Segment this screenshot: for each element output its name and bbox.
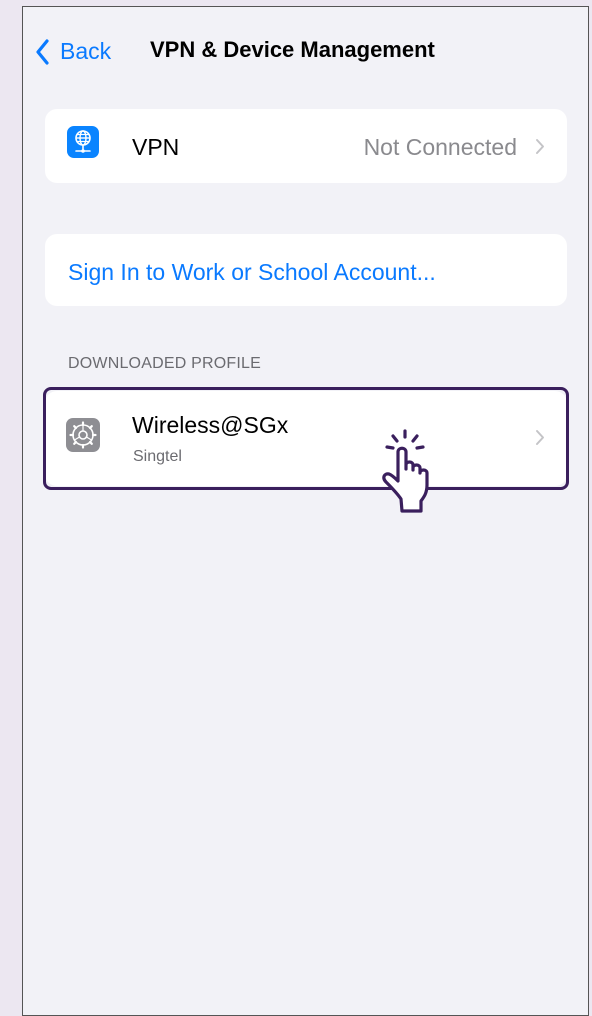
page-title: VPN & Device Management (150, 37, 435, 62)
chevron-right-icon (536, 139, 544, 154)
vpn-row[interactable]: VPN Not Connected (45, 109, 567, 183)
back-button[interactable]: Back (35, 38, 111, 65)
chevron-left-icon (36, 38, 49, 65)
section-header-downloaded-profile: DOWNLOADED PROFILE (68, 355, 261, 372)
chevron-right-icon (536, 430, 544, 445)
profile-name: Wireless@SGx (132, 412, 289, 438)
back-label: Back (60, 38, 112, 64)
globe-network-icon (67, 126, 99, 158)
vpn-status: Not Connected (363, 134, 517, 160)
settings-gear-icon (66, 418, 100, 452)
profile-row[interactable]: Wireless@SGx Singtel (45, 391, 567, 486)
vpn-label: VPN (132, 134, 180, 160)
profile-subtitle: Singtel (133, 448, 182, 465)
sign-in-row[interactable]: Sign In to Work or School Account... (45, 234, 567, 306)
sign-in-account-link[interactable]: Sign In to Work or School Account... (68, 259, 436, 286)
navigation-bar: Back VPN & Device Management (23, 7, 588, 95)
device-screen: Back VPN & Device Management VPN Not Con… (22, 6, 589, 1016)
